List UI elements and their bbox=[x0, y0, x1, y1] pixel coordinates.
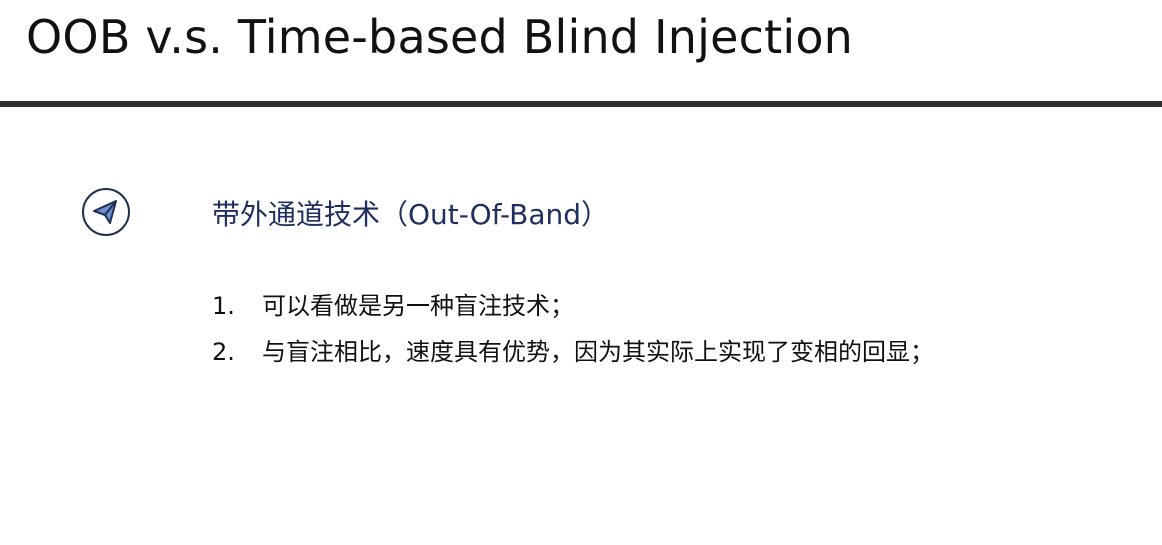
paper-plane-icon bbox=[81, 187, 131, 237]
list-text: 可以看做是另一种盲注技术； bbox=[262, 292, 574, 320]
list-item: 2. 与盲注相比，速度具有优势，因为其实际上实现了变相的回显； bbox=[212, 332, 934, 378]
slide: OOB v.s. Time-based Blind Injection 带外通道… bbox=[0, 0, 1162, 545]
list-number: 2. bbox=[212, 338, 235, 366]
list-text: 与盲注相比，速度具有优势，因为其实际上实现了变相的回显； bbox=[262, 338, 934, 366]
list-number: 1. bbox=[212, 292, 235, 320]
list-item: 1. 可以看做是另一种盲注技术； bbox=[212, 286, 934, 332]
title-divider bbox=[0, 101, 1162, 107]
slide-title: OOB v.s. Time-based Blind Injection bbox=[26, 10, 854, 64]
bullet-list: 1. 可以看做是另一种盲注技术； 2. 与盲注相比，速度具有优势，因为其实际上实现了… bbox=[212, 286, 934, 378]
section-heading: 带外通道技术（Out-Of-Band） bbox=[212, 198, 610, 231]
